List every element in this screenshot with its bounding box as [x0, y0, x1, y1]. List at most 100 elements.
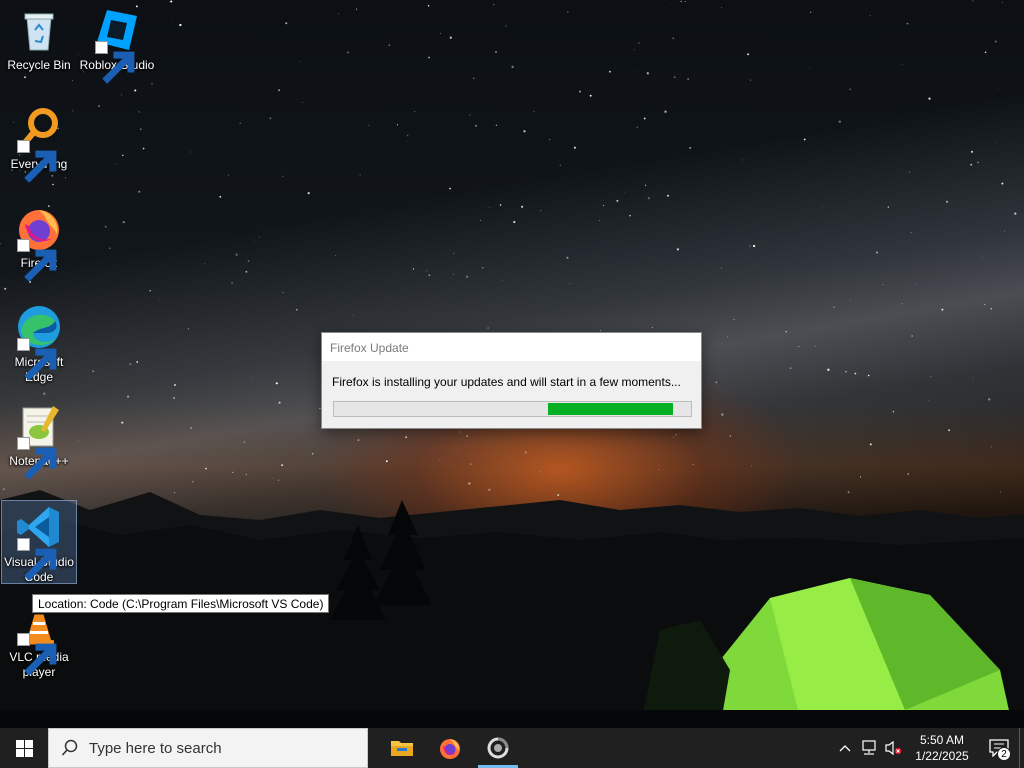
star — [910, 231, 912, 234]
star — [511, 65, 514, 68]
star — [285, 22, 288, 25]
star — [149, 289, 151, 292]
star — [1001, 182, 1004, 185]
star — [689, 146, 692, 149]
shortcut-arrow-icon — [17, 633, 57, 676]
star — [984, 51, 987, 54]
star — [368, 124, 370, 126]
shortcut-arrow-icon — [17, 437, 57, 480]
star — [122, 154, 124, 156]
star — [970, 163, 973, 166]
star — [1014, 212, 1017, 215]
start-button[interactable] — [0, 728, 48, 768]
shortcut-arrow-icon — [17, 239, 57, 282]
star — [427, 4, 430, 7]
star — [972, 377, 974, 379]
desktop-icon-visual-studio-code[interactable]: Visual Studio Code — [1, 500, 77, 584]
star — [747, 53, 750, 56]
star — [673, 76, 676, 79]
star — [845, 370, 847, 373]
shortcut-arrow-icon — [95, 41, 135, 84]
show-desktop-button[interactable] — [1019, 728, 1024, 768]
system-tray: 5:50 AM 1/22/2025 2 — [833, 728, 1024, 768]
star — [1004, 230, 1006, 232]
desktop-icon-notepad-plus-plus[interactable]: Notepad++ — [1, 402, 77, 480]
star — [523, 130, 526, 133]
star — [1002, 2, 1003, 3]
star — [413, 110, 416, 113]
desktop-icon-firefox[interactable]: Firefox — [1, 204, 77, 282]
star — [629, 214, 631, 217]
star — [892, 411, 895, 413]
desktop-icon-everything[interactable]: Everything — [1, 105, 77, 183]
star — [190, 151, 192, 153]
progress-fill — [548, 403, 674, 415]
star — [803, 138, 806, 141]
star — [396, 124, 398, 126]
taskbar-clock[interactable]: 5:50 AM 1/22/2025 — [905, 732, 979, 764]
star — [499, 204, 502, 206]
star — [138, 111, 141, 113]
clock-date: 1/22/2025 — [915, 749, 969, 763]
star — [495, 124, 498, 126]
desktop-icon-roblox-studio[interactable]: Roblox Studio — [79, 6, 155, 84]
star — [352, 314, 354, 316]
star — [466, 275, 469, 278]
star — [247, 260, 250, 262]
star — [282, 175, 284, 177]
star — [278, 401, 281, 404]
star — [4, 287, 7, 290]
file-explorer-icon — [391, 741, 413, 756]
star — [838, 120, 841, 123]
star — [945, 200, 949, 203]
star — [680, 0, 682, 3]
star — [833, 306, 835, 308]
star — [259, 236, 260, 238]
network-button[interactable] — [857, 728, 881, 768]
taskbar-search-box[interactable]: Type here to search — [48, 728, 368, 768]
star — [428, 56, 430, 59]
star — [667, 194, 669, 197]
star — [521, 205, 524, 208]
star — [901, 303, 903, 305]
star — [809, 67, 810, 69]
star — [977, 161, 979, 164]
star — [475, 124, 478, 127]
dialog-title[interactable]: Firefox Update — [322, 333, 701, 361]
star — [849, 88, 851, 90]
star — [809, 11, 812, 14]
star — [426, 270, 428, 272]
star — [984, 304, 986, 306]
star — [24, 76, 26, 79]
star — [359, 174, 361, 176]
star — [493, 4, 495, 6]
star — [821, 205, 823, 207]
taskbar-firefox[interactable] — [426, 728, 474, 768]
star — [669, 3, 671, 5]
star — [646, 72, 649, 75]
windows-logo-icon — [15, 739, 33, 757]
volume-button[interactable] — [881, 728, 905, 768]
star — [71, 80, 73, 82]
desktop-icon-vlc[interactable]: VLC media player — [1, 610, 77, 680]
star — [296, 308, 298, 311]
star — [104, 225, 107, 228]
star — [616, 199, 619, 202]
desktop-icon-recycle-bin[interactable]: Recycle Bin — [1, 6, 77, 73]
taskbar-firefox-update[interactable] — [474, 728, 522, 768]
star — [785, 330, 787, 333]
star — [473, 77, 475, 80]
star — [589, 94, 592, 97]
action-center-button[interactable]: 2 — [979, 728, 1019, 768]
star — [566, 256, 569, 259]
star — [204, 263, 206, 265]
star — [549, 138, 551, 141]
taskbar-file-explorer[interactable] — [378, 728, 426, 768]
star — [789, 367, 792, 370]
star — [733, 319, 735, 321]
star — [927, 400, 929, 401]
desktop-icon-microsoft-edge[interactable]: Microsoft Edge — [1, 303, 77, 385]
mountain-silhouette — [0, 490, 1024, 728]
firefox-update-dialog[interactable]: Firefox Update Firefox is installing you… — [321, 332, 702, 429]
show-hidden-icons-button[interactable] — [833, 728, 857, 768]
